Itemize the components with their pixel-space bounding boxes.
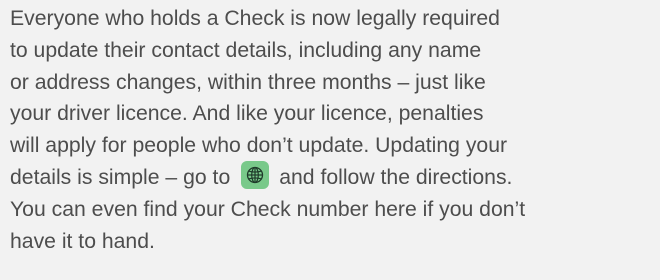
paragraph-line-4: your driver licence. And like your licen… <box>10 102 484 126</box>
paragraph-line-8: have it to hand. <box>10 229 155 253</box>
info-panel: Everyone who holds a Check is now legall… <box>0 0 660 280</box>
paragraph-line-6: details is simple – go to and follow the… <box>10 161 660 194</box>
line-6-text-after-icon: and follow the directions. <box>279 165 513 189</box>
paragraph-line-5: will apply for people who don’t update. … <box>10 134 508 158</box>
paragraph-line-1: Everyone who holds a Check is now legall… <box>10 7 500 30</box>
line-6-text-before-icon: details is simple – go to <box>10 165 231 189</box>
paragraph-line-7: You can even find your Check number here… <box>10 197 526 221</box>
paragraph-line-3: or address changes, within three months … <box>10 70 486 94</box>
globe-icon-graphic <box>247 167 264 184</box>
paragraph-line-2: to update their contact details, includi… <box>10 38 482 62</box>
update-details-paragraph: Everyone who holds a Check is now legall… <box>10 3 660 257</box>
globe-icon[interactable] <box>241 161 270 190</box>
